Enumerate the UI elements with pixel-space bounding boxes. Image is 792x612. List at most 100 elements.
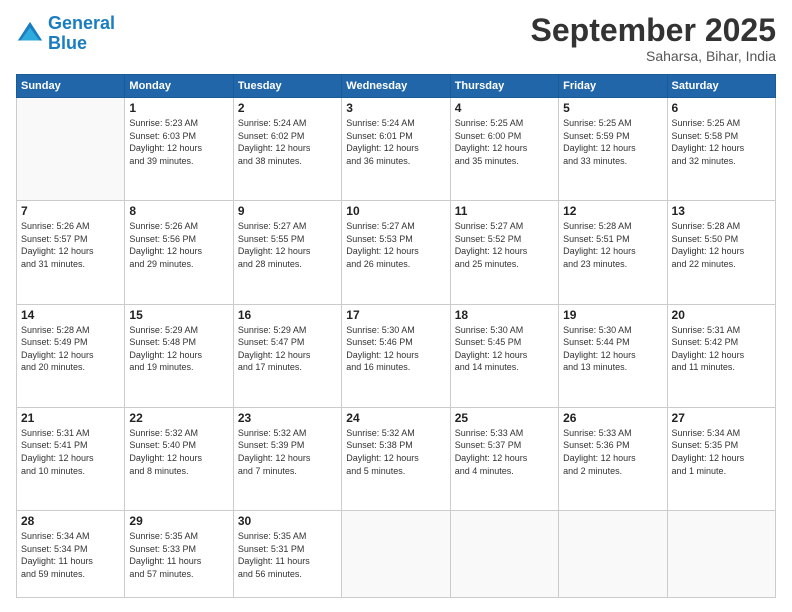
- table-row: [450, 511, 558, 598]
- day-info: Sunrise: 5:25 AM Sunset: 6:00 PM Dayligh…: [455, 117, 554, 167]
- day-number: 30: [238, 514, 337, 528]
- table-row: 15 Sunrise: 5:29 AM Sunset: 5:48 PM Dayli…: [125, 304, 233, 407]
- logo: General Blue: [16, 14, 115, 54]
- table-row: [17, 98, 125, 201]
- day-info: Sunrise: 5:29 AM Sunset: 5:47 PM Dayligh…: [238, 324, 337, 374]
- day-info: Sunrise: 5:25 AM Sunset: 5:58 PM Dayligh…: [672, 117, 771, 167]
- day-number: 24: [346, 411, 445, 425]
- col-saturday: Saturday: [667, 75, 775, 98]
- day-info: Sunrise: 5:30 AM Sunset: 5:45 PM Dayligh…: [455, 324, 554, 374]
- day-number: 22: [129, 411, 228, 425]
- table-row: 9 Sunrise: 5:27 AM Sunset: 5:55 PM Daylig…: [233, 201, 341, 304]
- day-number: 14: [21, 308, 120, 322]
- day-number: 27: [672, 411, 771, 425]
- day-info: Sunrise: 5:28 AM Sunset: 5:50 PM Dayligh…: [672, 220, 771, 270]
- table-row: 2Sunrise: 5:24 AM Sunset: 6:02 PM Daylig…: [233, 98, 341, 201]
- day-info: Sunrise: 5:34 AM Sunset: 5:35 PM Dayligh…: [672, 427, 771, 477]
- table-row: 23 Sunrise: 5:32 AM Sunset: 5:39 PM Dayli…: [233, 407, 341, 510]
- day-info: Sunrise: 5:26 AM Sunset: 5:56 PM Dayligh…: [129, 220, 228, 270]
- day-number: 19: [563, 308, 662, 322]
- table-row: 26Sunrise: 5:33 AM Sunset: 5:36 PM Dayli…: [559, 407, 667, 510]
- table-row: 27 Sunrise: 5:34 AM Sunset: 5:35 PM Dayli…: [667, 407, 775, 510]
- day-number: 29: [129, 514, 228, 528]
- day-info: Sunrise: 5:29 AM Sunset: 5:48 PM Dayligh…: [129, 324, 228, 374]
- day-info: Sunrise: 5:32 AM Sunset: 5:38 PM Dayligh…: [346, 427, 445, 477]
- col-sunday: Sunday: [17, 75, 125, 98]
- table-row: 21 Sunrise: 5:31 AM Sunset: 5:41 PM Dayli…: [17, 407, 125, 510]
- table-row: 12 Sunrise: 5:28 AM Sunset: 5:51 PM Dayli…: [559, 201, 667, 304]
- table-row: 5 Sunrise: 5:25 AM Sunset: 5:59 PM Daylig…: [559, 98, 667, 201]
- day-number: 9: [238, 204, 337, 218]
- day-info: Sunrise: 5:27 AM Sunset: 5:55 PM Dayligh…: [238, 220, 337, 270]
- table-row: 7 Sunrise: 5:26 AM Sunset: 5:57 PM Daylig…: [17, 201, 125, 304]
- day-info: Sunrise: 5:25 AM Sunset: 5:59 PM Dayligh…: [563, 117, 662, 167]
- day-info: Sunrise: 5:35 AM Sunset: 5:33 PM Dayligh…: [129, 530, 228, 580]
- day-number: 23: [238, 411, 337, 425]
- table-row: 22 Sunrise: 5:32 AM Sunset: 5:40 PM Dayli…: [125, 407, 233, 510]
- day-info: Sunrise: 5:35 AM Sunset: 5:31 PM Dayligh…: [238, 530, 337, 580]
- table-row: [559, 511, 667, 598]
- col-monday: Monday: [125, 75, 233, 98]
- table-row: 19 Sunrise: 5:30 AM Sunset: 5:44 PM Dayli…: [559, 304, 667, 407]
- day-number: 5: [563, 101, 662, 115]
- page: General Blue September 2025 Saharsa, Bih…: [0, 0, 792, 612]
- table-row: 8 Sunrise: 5:26 AM Sunset: 5:56 PM Daylig…: [125, 201, 233, 304]
- logo-icon: [16, 20, 44, 48]
- table-row: 10Sunrise: 5:27 AM Sunset: 5:53 PM Dayli…: [342, 201, 450, 304]
- col-wednesday: Wednesday: [342, 75, 450, 98]
- table-row: 30 Sunrise: 5:35 AM Sunset: 5:31 PM Dayli…: [233, 511, 341, 598]
- table-row: 25 Sunrise: 5:33 AM Sunset: 5:37 PM Dayli…: [450, 407, 558, 510]
- table-row: 17 Sunrise: 5:30 AM Sunset: 5:46 PM Dayli…: [342, 304, 450, 407]
- day-info: Sunrise: 5:28 AM Sunset: 5:51 PM Dayligh…: [563, 220, 662, 270]
- day-number: 2: [238, 101, 337, 115]
- calendar-header-row: Sunday Monday Tuesday Wednesday Thursday…: [17, 75, 776, 98]
- col-friday: Friday: [559, 75, 667, 98]
- day-info: Sunrise: 5:32 AM Sunset: 5:39 PM Dayligh…: [238, 427, 337, 477]
- table-row: 24 Sunrise: 5:32 AM Sunset: 5:38 PM Dayli…: [342, 407, 450, 510]
- col-thursday: Thursday: [450, 75, 558, 98]
- day-info: Sunrise: 5:24 AM Sunset: 6:01 PM Dayligh…: [346, 117, 445, 167]
- table-row: 13 Sunrise: 5:28 AM Sunset: 5:50 PM Dayli…: [667, 201, 775, 304]
- day-number: 11: [455, 204, 554, 218]
- day-number: 17: [346, 308, 445, 322]
- day-number: 7: [21, 204, 120, 218]
- logo-line1: General: [48, 13, 115, 33]
- table-row: 16Sunrise: 5:29 AM Sunset: 5:47 PM Dayli…: [233, 304, 341, 407]
- day-info: Sunrise: 5:31 AM Sunset: 5:41 PM Dayligh…: [21, 427, 120, 477]
- table-row: 18 Sunrise: 5:30 AM Sunset: 5:45 PM Dayli…: [450, 304, 558, 407]
- day-number: 21: [21, 411, 120, 425]
- day-number: 3: [346, 101, 445, 115]
- month-title: September 2025: [531, 14, 776, 46]
- logo-text: General Blue: [48, 14, 115, 54]
- day-info: Sunrise: 5:26 AM Sunset: 5:57 PM Dayligh…: [21, 220, 120, 270]
- header: General Blue September 2025 Saharsa, Bih…: [16, 14, 776, 64]
- day-number: 8: [129, 204, 228, 218]
- col-tuesday: Tuesday: [233, 75, 341, 98]
- day-info: Sunrise: 5:23 AM Sunset: 6:03 PM Dayligh…: [129, 117, 228, 167]
- day-number: 12: [563, 204, 662, 218]
- table-row: 4Sunrise: 5:25 AM Sunset: 6:00 PM Daylig…: [450, 98, 558, 201]
- day-info: Sunrise: 5:28 AM Sunset: 5:49 PM Dayligh…: [21, 324, 120, 374]
- table-row: 29 Sunrise: 5:35 AM Sunset: 5:33 PM Dayli…: [125, 511, 233, 598]
- table-row: 20Sunrise: 5:31 AM Sunset: 5:42 PM Dayli…: [667, 304, 775, 407]
- location: Saharsa, Bihar, India: [531, 48, 776, 64]
- logo-line2: Blue: [48, 33, 87, 53]
- day-info: Sunrise: 5:33 AM Sunset: 5:37 PM Dayligh…: [455, 427, 554, 477]
- day-info: Sunrise: 5:33 AM Sunset: 5:36 PM Dayligh…: [563, 427, 662, 477]
- day-number: 13: [672, 204, 771, 218]
- table-row: [342, 511, 450, 598]
- table-row: [667, 511, 775, 598]
- day-info: Sunrise: 5:27 AM Sunset: 5:53 PM Dayligh…: [346, 220, 445, 270]
- day-number: 25: [455, 411, 554, 425]
- day-info: Sunrise: 5:30 AM Sunset: 5:46 PM Dayligh…: [346, 324, 445, 374]
- day-info: Sunrise: 5:32 AM Sunset: 5:40 PM Dayligh…: [129, 427, 228, 477]
- day-info: Sunrise: 5:30 AM Sunset: 5:44 PM Dayligh…: [563, 324, 662, 374]
- table-row: 3 Sunrise: 5:24 AM Sunset: 6:01 PM Daylig…: [342, 98, 450, 201]
- table-row: 6Sunrise: 5:25 AM Sunset: 5:58 PM Daylig…: [667, 98, 775, 201]
- day-number: 18: [455, 308, 554, 322]
- day-number: 1: [129, 101, 228, 115]
- day-number: 15: [129, 308, 228, 322]
- title-section: September 2025 Saharsa, Bihar, India: [531, 14, 776, 64]
- day-number: 20: [672, 308, 771, 322]
- calendar-table: Sunday Monday Tuesday Wednesday Thursday…: [16, 74, 776, 598]
